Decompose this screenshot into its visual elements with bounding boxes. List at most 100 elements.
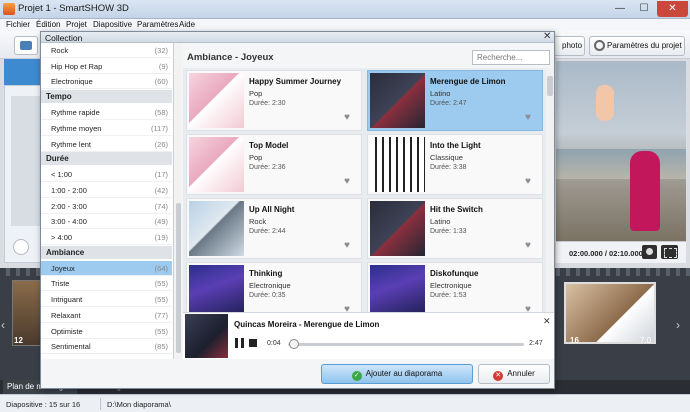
category-label: Sentimental xyxy=(51,342,91,352)
track-title: Thinking xyxy=(249,269,283,278)
slide-thumbnail[interactable] xyxy=(564,282,656,344)
menu-edition[interactable]: Édition xyxy=(36,19,60,31)
dialog-close-icon[interactable]: ✕ xyxy=(543,31,551,42)
category-item[interactable]: 3:00 - 4:00 (49) xyxy=(41,214,172,230)
category-item[interactable]: < 1:00 (17) xyxy=(41,167,172,183)
maximize-button[interactable]: ☐ xyxy=(632,1,656,17)
camera-icon[interactable] xyxy=(14,36,38,55)
category-count: (55) xyxy=(154,326,168,336)
favorite-heart-icon[interactable]: ♥ xyxy=(525,176,531,187)
menu-fichier[interactable]: Fichier xyxy=(6,19,30,31)
track-genre: Rock xyxy=(249,217,267,226)
category-count: (55) xyxy=(154,279,168,289)
preview-sea xyxy=(556,149,686,179)
track-card[interactable]: Happy Summer Journey Pop Durée: 2:30 ♥ xyxy=(186,70,362,131)
track-grid: Happy Summer Journey Pop Durée: 2:30 ♥ Meren… xyxy=(183,68,547,312)
scrollbar-thumb[interactable] xyxy=(547,76,553,96)
category-item[interactable]: 2:00 - 3:00 (74) xyxy=(41,199,172,214)
menu-aide[interactable]: Aide xyxy=(179,19,195,31)
category-count: (117) xyxy=(151,123,168,133)
track-card[interactable]: Thinking Electronique Durée: 0:35 ♥ xyxy=(186,262,362,312)
favorite-heart-icon[interactable]: ♥ xyxy=(525,112,531,123)
add-circle-icon[interactable] xyxy=(13,239,29,255)
category-item[interactable]: Relaxant (77) xyxy=(41,308,172,323)
category-item[interactable]: Hip Hop et Rap (9) xyxy=(41,59,172,74)
category-count: (9) xyxy=(158,61,168,71)
check-icon: ✓ xyxy=(351,371,362,381)
category-group-header: Durée xyxy=(41,152,172,166)
left-panel xyxy=(4,85,42,263)
track-card[interactable]: Up All Night Rock Durée: 2:44 ♥ xyxy=(186,198,362,259)
favorite-heart-icon[interactable]: ♥ xyxy=(344,176,350,187)
gear-icon xyxy=(594,40,605,51)
track-genre: Electronique xyxy=(430,281,472,290)
track-grid-scrollbar[interactable] xyxy=(546,68,554,312)
scrollbar-thumb[interactable] xyxy=(176,203,181,353)
category-count: (60) xyxy=(154,77,168,87)
category-item[interactable]: Rock (32) xyxy=(41,43,172,58)
favorite-heart-icon[interactable]: ♥ xyxy=(344,112,350,123)
minimize-button[interactable]: — xyxy=(608,1,632,17)
category-item[interactable]: Rythme lent (26) xyxy=(41,137,172,152)
snapshot-icon[interactable] xyxy=(642,245,657,259)
category-item[interactable]: Joyeux (64) xyxy=(41,260,172,276)
preview-person xyxy=(630,151,660,231)
scroll-left-icon[interactable]: ‹ xyxy=(1,318,5,332)
player-progress-knob[interactable] xyxy=(288,339,299,349)
stop-icon[interactable] xyxy=(249,339,257,347)
category-item[interactable]: Rythme moyen (117) xyxy=(41,121,172,136)
category-item[interactable]: 1:00 - 2:00 (42) xyxy=(41,183,172,198)
category-item[interactable]: Rythme rapide (58) xyxy=(41,105,172,121)
category-item[interactable]: Electronique (60) xyxy=(41,74,172,90)
category-item[interactable]: Optimiste (55) xyxy=(41,324,172,339)
category-item[interactable]: Intriguant (55) xyxy=(41,292,172,308)
category-count: (58) xyxy=(154,108,168,118)
track-album-art xyxy=(189,265,244,312)
favorite-heart-icon[interactable]: ♥ xyxy=(344,304,350,312)
add-button-label: Ajouter au diaporama xyxy=(365,369,443,378)
track-card[interactable]: Diskofunque Electronique Durée: 1:53 ♥ xyxy=(367,262,543,312)
photo-button[interactable]: photo xyxy=(553,36,585,56)
track-duration: Durée: 1:33 xyxy=(430,228,467,235)
timecode: 02:00.000 / 02:10.000 xyxy=(569,249,643,258)
favorite-heart-icon[interactable]: ♥ xyxy=(344,240,350,251)
scroll-right-icon[interactable]: › xyxy=(676,318,680,332)
category-scrollbar[interactable] xyxy=(175,43,182,359)
track-genre: Pop xyxy=(249,89,263,98)
track-duration: Durée: 2:44 xyxy=(249,228,286,235)
section-title: Ambiance - Joyeux xyxy=(187,52,274,63)
add-to-slideshow-button[interactable]: ✓ Ajouter au diaporama xyxy=(321,364,473,384)
player-close-icon[interactable]: ✕ xyxy=(543,316,551,327)
category-item[interactable]: Triste (55) xyxy=(41,276,172,292)
category-label: < 1:00 xyxy=(51,170,73,180)
track-card[interactable]: Merengue de Limon Latino Durée: 2:47 ♥ xyxy=(367,70,543,131)
player-progress-bar[interactable] xyxy=(288,343,524,346)
category-label: > 4:00 xyxy=(51,233,73,242)
cancel-button[interactable]: ✕ Annuler xyxy=(478,364,550,384)
category-item[interactable]: > 4:00 (19) xyxy=(41,230,172,245)
category-count: (19) xyxy=(154,233,168,242)
menu-parametres[interactable]: Paramètres xyxy=(137,19,178,31)
project-settings-button[interactable]: Paramètres du projet xyxy=(589,36,685,56)
favorite-heart-icon[interactable]: ♥ xyxy=(525,304,531,312)
search-input[interactable] xyxy=(472,50,550,65)
audio-player: Quincas Moreira - Merengue de Limon ✕ 0:… xyxy=(183,312,554,359)
close-window-button[interactable]: ✕ xyxy=(657,1,688,17)
category-count: (74) xyxy=(154,201,168,211)
category-count: (64) xyxy=(154,263,168,273)
track-card[interactable]: Hit the Switch Latino Durée: 1:33 ♥ xyxy=(367,198,543,259)
track-album-art xyxy=(370,265,425,312)
favorite-heart-icon[interactable]: ♥ xyxy=(525,240,531,251)
menu-diapositive[interactable]: Diapositive xyxy=(93,19,132,31)
track-card[interactable]: Top Model Pop Durée: 2:36 ♥ xyxy=(186,134,362,195)
menu-projet[interactable]: Projet xyxy=(66,19,87,31)
category-label: Rythme moyen xyxy=(51,123,102,133)
project-settings-label: Paramètres du projet xyxy=(607,41,682,50)
pause-icon[interactable] xyxy=(235,338,244,348)
fullscreen-icon[interactable] xyxy=(661,245,678,259)
slide-duration: 7.0 xyxy=(640,336,652,345)
category-item[interactable]: Sentimental (85) xyxy=(41,339,172,355)
track-title: Merengue de Limon xyxy=(430,77,506,86)
track-album-art xyxy=(189,201,244,256)
track-card[interactable]: Into the Light Classique Durée: 3:38 ♥ xyxy=(367,134,543,195)
